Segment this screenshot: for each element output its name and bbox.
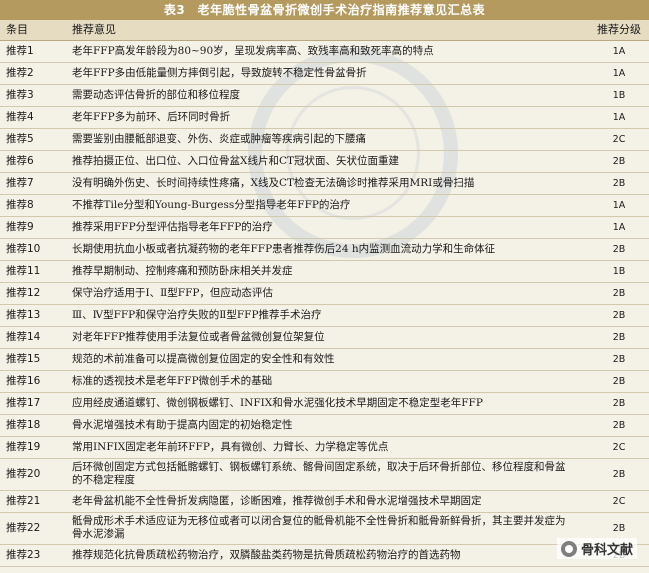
table-row: 推荐18 骨水泥增强技术有助于提高内固定的初始稳定性 2B	[0, 415, 649, 437]
row-grade: 2B	[612, 178, 626, 189]
row-grade: 2B	[612, 156, 626, 167]
row-grade: 2B	[612, 244, 626, 255]
table-title: 表3 老年脆性骨盆骨折微创手术治疗指南推荐意见汇总表	[0, 0, 649, 20]
wechat-logo-icon	[560, 540, 577, 557]
row-grade: 1A	[612, 68, 626, 79]
header-id: 条目	[6, 23, 28, 36]
source-watermark: 骨科文献	[556, 538, 637, 559]
table-row: 推荐8 不推荐Tile分型和Young-Burgess分型指导老年FFP的治疗 1A	[0, 195, 649, 217]
row-id: 推荐5	[6, 133, 34, 145]
row-id: 推荐12	[6, 287, 41, 299]
header-text: 推荐意见	[72, 23, 116, 36]
row-text: 老年FFP高发年龄段为80~90岁，呈现发病率高、致残率高和致死率高的特点	[72, 45, 434, 57]
row-grade: 1B	[612, 90, 626, 101]
row-text: 应用经皮通道螺钉、微创钢板螺钉、INFIX和骨水泥强化技术早期固定不稳定型老年F…	[72, 397, 483, 409]
row-id: 推荐23	[6, 549, 41, 561]
table-row: 推荐1 老年FFP高发年龄段为80~90岁，呈现发病率高、致残率高和致死率高的特点…	[0, 41, 649, 63]
row-text: 老年FFP多为前环、后环同时骨折	[72, 111, 231, 123]
row-text: 后环微创固定方式包括骶髂螺钉、钢板螺钉系统、髂骨间固定系统，取决于后环骨折部位、…	[72, 461, 566, 486]
row-id: 推荐22	[6, 522, 41, 534]
row-grade: 2B	[612, 376, 626, 387]
table-header-row: 条目 推荐意见 推荐分级	[0, 20, 649, 41]
row-grade: 2B	[612, 469, 626, 480]
row-id: 推荐14	[6, 331, 41, 343]
row-id: 推荐10	[6, 243, 41, 255]
row-id: 推荐17	[6, 397, 41, 409]
row-text: 推荐拍摄正位、出口位、入口位骨盆X线片和CT冠状面、矢状位面重建	[72, 155, 400, 167]
row-grade: 2C	[612, 134, 626, 145]
table-row: 推荐19 常用INFIX固定老年前环FFP，具有微创、力臂长、力学稳定等优点 2C	[0, 437, 649, 459]
row-grade: 2B	[612, 310, 626, 321]
table-row: 推荐22 骶骨成形术手术适应证为无移位或者可以闭合复位的骶骨机能不全性骨折和骶骨新…	[0, 513, 649, 545]
table-row: 推荐4 老年FFP多为前环、后环同时骨折 1A	[0, 107, 649, 129]
row-grade: 1A	[612, 222, 626, 233]
row-text: 长期使用抗血小板或者抗凝药物的老年FFP患者推荐伤后24 h内监测血流动力学和生…	[72, 243, 496, 255]
row-text: 没有明确外伤史、长时间持续性疼痛，X线及CT检查无法确诊时推荐采用MRI或骨扫描	[72, 177, 475, 189]
table-row: 推荐5 需要鉴别由腰骶部退变、外伤、炎症或肿瘤等疾病引起的下腰痛 2C	[0, 129, 649, 151]
row-grade: 2C	[612, 442, 626, 453]
row-id: 推荐16	[6, 375, 41, 387]
row-text: 推荐早期制动、控制疼痛和预防卧床相关并发症	[72, 265, 293, 277]
row-id: 推荐4	[6, 111, 34, 123]
row-text: 标准的透视技术是老年FFP微创手术的基础	[72, 375, 273, 387]
table-row: 推荐11 推荐早期制动、控制疼痛和预防卧床相关并发症 1B	[0, 261, 649, 283]
table-row: 推荐20 后环微创固定方式包括骶髂螺钉、钢板螺钉系统、髂骨间固定系统，取决于后环骨…	[0, 459, 649, 491]
row-text: 需要动态评估骨折的部位和移位程度	[72, 89, 240, 101]
row-id: 推荐9	[6, 221, 34, 233]
table-row: 推荐7 没有明确外伤史、长时间持续性疼痛，X线及CT检查无法确诊时推荐采用MRI或…	[0, 173, 649, 195]
table-row: 推荐6 推荐拍摄正位、出口位、入口位骨盆X线片和CT冠状面、矢状位面重建 2B	[0, 151, 649, 173]
table-row: 推荐15 规范的术前准备可以提高微创复位固定的安全性和有效性 2B	[0, 349, 649, 371]
row-grade: 1A	[612, 112, 626, 123]
row-id: 推荐19	[6, 441, 41, 453]
row-text: 规范的术前准备可以提高微创复位固定的安全性和有效性	[72, 353, 335, 365]
row-text: Ⅲ、Ⅳ型FFP和保守治疗失败的Ⅱ型FFP推荐手术治疗	[72, 309, 322, 321]
row-id: 推荐15	[6, 353, 41, 365]
row-grade: 2C	[612, 496, 626, 507]
row-grade: 2B	[612, 420, 626, 431]
row-text: 需要鉴别由腰骶部退变、外伤、炎症或肿瘤等疾病引起的下腰痛	[72, 133, 366, 145]
row-id: 推荐1	[6, 45, 34, 57]
row-id: 推荐18	[6, 419, 41, 431]
row-id: 推荐8	[6, 199, 34, 211]
row-text: 推荐采用FFP分型评估指导老年FFP的治疗	[72, 221, 273, 233]
row-text: 推荐规范化抗骨质疏松药物治疗，双膦酸盐类药物是抗骨质疏松药物治疗的首选药物	[72, 549, 461, 561]
table-row: 推荐2 老年FFP多由低能量侧方摔倒引起，导致旋转不稳定性骨盆骨折 1A	[0, 63, 649, 85]
table-row: 推荐23 推荐规范化抗骨质疏松药物治疗，双膦酸盐类药物是抗骨质疏松药物治疗的首选药…	[0, 545, 649, 567]
row-id: 推荐2	[6, 67, 34, 79]
row-id: 推荐6	[6, 155, 34, 167]
row-text: 骶骨成形术手术适应证为无移位或者可以闭合复位的骶骨机能不全性骨折和骶骨新鲜骨折，…	[72, 515, 566, 540]
table-row: 推荐16 标准的透视技术是老年FFP微创手术的基础 2B	[0, 371, 649, 393]
row-grade: 2B	[612, 332, 626, 343]
row-text: 常用INFIX固定老年前环FFP，具有微创、力臂长、力学稳定等优点	[72, 441, 389, 453]
table-row: 推荐12 保守治疗适用于Ⅰ、Ⅱ型FFP，但应动态评估 2B	[0, 283, 649, 305]
row-text: 老年骨盆机能不全性骨折发病隐匿，诊断困难，推荐微创手术和骨水泥增强技术早期固定	[72, 495, 482, 507]
row-text: 骨水泥增强技术有助于提高内固定的初始稳定性	[72, 419, 293, 431]
row-id: 推荐3	[6, 89, 34, 101]
row-id: 推荐11	[6, 265, 41, 277]
header-grade: 推荐分级	[597, 23, 641, 36]
row-id: 推荐13	[6, 309, 41, 321]
table-row: 推荐10 长期使用抗血小板或者抗凝药物的老年FFP患者推荐伤后24 h内监测血流动…	[0, 239, 649, 261]
row-grade: 2B	[612, 288, 626, 299]
watermark-label: 骨科文献	[580, 543, 633, 558]
table-row: 推荐3 需要动态评估骨折的部位和移位程度 1B	[0, 85, 649, 107]
table-row: 推荐13 Ⅲ、Ⅳ型FFP和保守治疗失败的Ⅱ型FFP推荐手术治疗 2B	[0, 305, 649, 327]
row-grade: 2B	[612, 398, 626, 409]
row-grade: 1B	[612, 266, 626, 277]
row-text: 对老年FFP推荐使用手法复位或者骨盆微创复位架复位	[72, 331, 325, 343]
table-row: 推荐9 推荐采用FFP分型评估指导老年FFP的治疗 1A	[0, 217, 649, 239]
row-grade: 1A	[612, 46, 626, 57]
row-text: 保守治疗适用于Ⅰ、Ⅱ型FFP，但应动态评估	[72, 287, 273, 299]
row-text: 不推荐Tile分型和Young-Burgess分型指导老年FFP的治疗	[72, 199, 351, 211]
row-text: 老年FFP多由低能量侧方摔倒引起，导致旋转不稳定性骨盆骨折	[72, 67, 367, 79]
row-id: 推荐20	[6, 468, 41, 480]
row-grade: 1A	[612, 200, 626, 211]
table-row: 推荐21 老年骨盆机能不全性骨折发病隐匿，诊断困难，推荐微创手术和骨水泥增强技术早…	[0, 491, 649, 513]
row-grade: 2B	[612, 354, 626, 365]
table-body: 推荐1 老年FFP高发年龄段为80~90岁，呈现发病率高、致残率高和致死率高的特点…	[0, 41, 649, 567]
row-id: 推荐7	[6, 177, 34, 189]
table-row: 推荐14 对老年FFP推荐使用手法复位或者骨盆微创复位架复位 2B	[0, 327, 649, 349]
table-row: 推荐17 应用经皮通道螺钉、微创钢板螺钉、INFIX和骨水泥强化技术早期固定不稳定…	[0, 393, 649, 415]
row-id: 推荐21	[6, 495, 41, 507]
